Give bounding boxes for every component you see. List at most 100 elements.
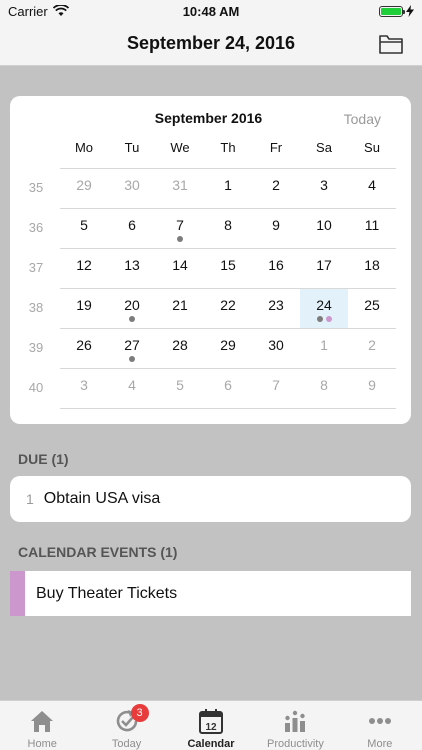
calendar-day-number: 29 <box>220 337 236 353</box>
calendar-day[interactable]: 3 <box>300 169 348 209</box>
calendar-day[interactable]: 2 <box>252 169 300 209</box>
calendar-week-row: 36 5 6 7 8 9 10 11 <box>10 208 411 248</box>
wifi-icon <box>52 5 69 16</box>
calendar-day[interactable]: 31 <box>156 169 204 209</box>
status-left: Carrier <box>8 4 69 19</box>
calendar-day-number: 7 <box>176 217 184 233</box>
calendar-day[interactable]: 25 <box>348 289 396 329</box>
calendar-day[interactable]: 9 <box>348 369 396 409</box>
event-color-bar <box>10 571 25 616</box>
week-number: 37 <box>28 260 44 275</box>
event-item[interactable]: Buy Theater Tickets <box>10 571 411 616</box>
tab-home[interactable]: Home <box>0 701 84 750</box>
calendar-day-selected[interactable]: 24 <box>300 289 348 329</box>
tab-productivity-label: Productivity <box>266 738 324 750</box>
status-right <box>379 5 414 17</box>
calendar-day-number: 3 <box>320 177 328 193</box>
calendar-day[interactable]: 29 <box>60 169 108 209</box>
calendar-day[interactable]: 15 <box>204 249 252 289</box>
event-item-title: Buy Theater Tickets <box>36 584 178 602</box>
due-item-title: Obtain USA visa <box>43 490 161 507</box>
home-icon <box>31 711 54 732</box>
calendar-day-number: 25 <box>364 297 380 313</box>
tab-calendar[interactable]: 12 Calendar <box>169 701 253 750</box>
calendar-day-number: 2 <box>272 177 280 193</box>
calendar-day[interactable]: 5 <box>156 369 204 409</box>
calendar-day[interactable]: 23 <box>252 289 300 329</box>
tab-bar: Home 3 Today 12 Calendar Productivity Mo… <box>0 700 422 750</box>
calendar-icon: 12 <box>199 709 224 734</box>
calendar-day[interactable]: 14 <box>156 249 204 289</box>
tab-productivity[interactable]: Productivity <box>253 701 337 750</box>
weekday-label: We <box>170 140 190 155</box>
calendar-day-number: 14 <box>172 257 188 273</box>
calendar-day[interactable]: 20 <box>108 289 156 329</box>
weekday-label: Mo <box>74 140 94 155</box>
week-number: 40 <box>28 380 44 395</box>
nav-bar: September 24, 2016 <box>0 22 422 66</box>
event-dot <box>325 316 332 322</box>
calendar-day[interactable]: 13 <box>108 249 156 289</box>
carrier-label: Carrier <box>8 3 48 19</box>
calendar-day[interactable]: 9 <box>252 209 300 249</box>
calendar-day[interactable]: 27 <box>108 329 156 369</box>
calendar-day-number: 6 <box>128 217 136 233</box>
calendar-day-number: 31 <box>172 177 188 193</box>
folder-icon[interactable] <box>378 32 404 56</box>
calendar-day[interactable]: 28 <box>156 329 204 369</box>
calendar-day[interactable]: 17 <box>300 249 348 289</box>
event-dot <box>177 236 183 242</box>
calendar-day[interactable]: 4 <box>108 369 156 409</box>
due-item-number: 1 <box>26 491 34 507</box>
calendar-day-number: 20 <box>124 297 140 313</box>
calendar-day-number: 30 <box>268 337 284 353</box>
event-dot <box>129 356 135 362</box>
calendar-day[interactable]: 3 <box>60 369 108 409</box>
calendar-day[interactable]: 7 <box>252 369 300 409</box>
tab-today[interactable]: 3 Today <box>84 701 168 750</box>
calendar-day[interactable]: 30 <box>252 329 300 369</box>
calendar-day-number: 26 <box>76 337 92 353</box>
calendar-day[interactable]: 1 <box>300 329 348 369</box>
calendar-day[interactable]: 6 <box>204 369 252 409</box>
today-button[interactable]: Today <box>344 111 381 127</box>
calendar-day-number: 9 <box>272 217 280 233</box>
week-days: 19 20 21 22 23 24 25 <box>60 288 396 329</box>
calendar-day[interactable]: 21 <box>156 289 204 329</box>
calendar-day[interactable]: 18 <box>348 249 396 289</box>
calendar-day-number: 8 <box>224 217 232 233</box>
calendar-day[interactable]: 6 <box>108 209 156 249</box>
calendar-day[interactable]: 8 <box>300 369 348 409</box>
calendar-day[interactable]: 22 <box>204 289 252 329</box>
calendar-day[interactable]: 29 <box>204 329 252 369</box>
calendar-day[interactable]: 16 <box>252 249 300 289</box>
calendar-day-number: 24 <box>316 297 332 313</box>
calendar-day[interactable]: 8 <box>204 209 252 249</box>
calendar-day[interactable]: 2 <box>348 329 396 369</box>
calendar-day[interactable]: 12 <box>60 249 108 289</box>
calendar-day-number: 16 <box>268 257 284 273</box>
calendar-day[interactable]: 19 <box>60 289 108 329</box>
charging-bolt-icon <box>406 5 414 17</box>
calendar-day[interactable]: 11 <box>348 209 396 249</box>
calendar-day[interactable]: 10 <box>300 209 348 249</box>
status-bar: Carrier 10:48 AM <box>0 0 422 22</box>
calendar-day[interactable]: 26 <box>60 329 108 369</box>
calendar-card: September 2016 Today Mo Tu We Th Fr Sa Su 35 29… <box>10 96 411 424</box>
calendar-day[interactable]: 1 <box>204 169 252 209</box>
calendar-week-row: 37 12 13 14 15 16 17 18 <box>10 248 411 288</box>
productivity-icon <box>285 710 306 732</box>
calendar-day[interactable]: 5 <box>60 209 108 249</box>
calendar-day[interactable]: 7 <box>156 209 204 249</box>
calendar-day[interactable]: 4 <box>348 169 396 209</box>
week-number: 38 <box>28 300 44 315</box>
tab-more[interactable]: More <box>338 701 422 750</box>
event-dot <box>129 316 135 322</box>
calendar-day-number: 13 <box>124 257 140 273</box>
events-section-header: CALENDAR EVENTS (1) <box>18 544 178 560</box>
week-days: 5 6 7 8 9 10 11 <box>60 208 396 248</box>
due-item[interactable]: 1 Obtain USA visa <box>10 476 411 522</box>
calendar-day-number: 1 <box>320 337 328 353</box>
calendar-day[interactable]: 30 <box>108 169 156 209</box>
calendar-day-number: 12 <box>76 257 92 273</box>
